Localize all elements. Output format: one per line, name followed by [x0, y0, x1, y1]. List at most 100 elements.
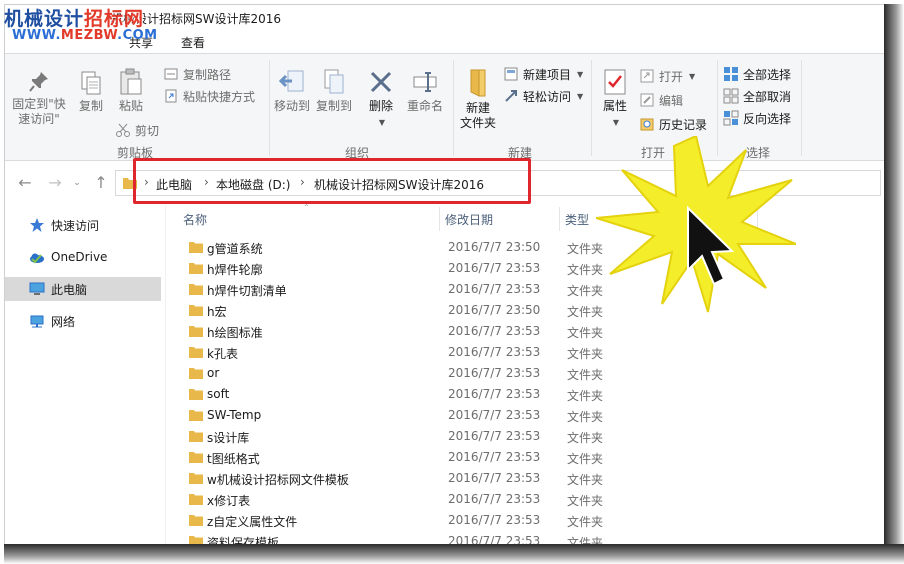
pin-label-line1: 固定到"快: [12, 97, 66, 111]
move-to-label: 移动到: [273, 99, 310, 113]
highlight-annotation-box: [133, 158, 531, 204]
tab-view[interactable]: 查看: [181, 34, 205, 51]
watermark-line2: WWW.MEZBW.COM: [12, 28, 158, 43]
table-row[interactable]: t图纸格式 2016/7/7 23:53 文件夹: [167, 447, 767, 468]
table-row[interactable]: soft 2016/7/7 23:53 文件夹: [167, 384, 767, 405]
watermark-text: .COM: [117, 28, 158, 43]
nav-item-onedrive[interactable]: OneDrive: [5, 245, 161, 269]
column-header-date[interactable]: 修改日期: [445, 211, 493, 228]
file-modified-date: 2016/7/7 23:53: [448, 513, 541, 527]
open-button[interactable]: 打开 ▼: [639, 66, 695, 86]
nav-item-label: 快速访问: [51, 218, 100, 233]
select-none-icon: [723, 88, 739, 104]
easy-access-icon: [505, 90, 517, 102]
file-type: 文件夹: [567, 347, 604, 361]
copy-icon: [81, 71, 101, 95]
open-icon: [640, 69, 654, 83]
folder-icon: [189, 494, 203, 505]
back-arrow-icon[interactable]: ←: [15, 173, 35, 192]
copy-to-icon: [324, 69, 344, 94]
up-arrow-icon[interactable]: ↑: [91, 173, 111, 192]
column-separator[interactable]: [439, 207, 440, 231]
screenshot-frame: 机械设计招标网SW设计库2016 共享 查看 固定到"快 速访问" 复制 粘贴 …: [0, 0, 904, 564]
delete-dropdown-arrow[interactable]: ▼: [379, 118, 385, 127]
column-separator[interactable]: [559, 207, 560, 231]
file-modified-date: 2016/7/7 23:50: [448, 240, 541, 254]
file-name: SW-Temp: [207, 408, 262, 422]
new-folder-button[interactable]: 新建 文件夹: [455, 68, 501, 131]
paste-shortcut-icon: [165, 89, 177, 103]
file-type: 文件夹: [567, 452, 604, 466]
properties-button[interactable]: 属性 ▼: [595, 68, 635, 130]
folder-icon: [189, 473, 203, 484]
new-item-icon: [504, 67, 518, 81]
properties-dropdown-arrow[interactable]: ▼: [613, 118, 619, 127]
nav-item-network[interactable]: 网络: [5, 309, 161, 333]
easy-access-button[interactable]: 轻松访问 ▼: [503, 86, 583, 106]
table-row[interactable]: s设计库 2016/7/7 23:53 文件夹: [167, 426, 767, 447]
watermark-text: MEZBW: [60, 28, 118, 43]
table-row[interactable]: 资料保存模板 2016/7/7 23:53 文件夹: [167, 531, 767, 544]
file-modified-date: 2016/7/7 23:53: [448, 324, 541, 338]
nav-item-this-pc[interactable]: 此电脑: [5, 277, 161, 301]
nav-item-label: 此电脑: [51, 282, 88, 297]
star-icon: [30, 218, 44, 232]
copy-button[interactable]: 复制: [73, 70, 109, 114]
table-row[interactable]: z自定义属性文件 2016/7/7 23:53 文件夹: [167, 510, 767, 531]
file-modified-date: 2016/7/7 23:53: [448, 366, 541, 380]
table-row[interactable]: or 2016/7/7 23:53 文件夹: [167, 363, 767, 384]
copy-path-button[interactable]: 复制路径: [163, 64, 231, 84]
watermark-text: WWW.: [12, 28, 61, 43]
table-row[interactable]: k孔表 2016/7/7 23:53 文件夹: [167, 342, 767, 363]
move-to-icon: [278, 70, 304, 92]
cut-button[interactable]: 剪切: [115, 120, 159, 140]
file-type: 文件夹: [567, 431, 604, 445]
easy-access-label: 轻松访问: [523, 89, 572, 104]
forward-arrow-icon[interactable]: →: [45, 173, 65, 192]
select-all-button[interactable]: 全部选择: [723, 64, 791, 84]
nav-item-quick-access[interactable]: 快速访问: [5, 213, 161, 237]
starburst-cursor-annotation: [596, 136, 796, 313]
file-name: h焊件切割清单: [207, 284, 287, 298]
table-row[interactable]: w机械设计招标网文件模板 2016/7/7 23:53 文件夹: [167, 468, 767, 489]
select-none-button[interactable]: 全部取消: [723, 86, 791, 106]
file-name: k孔表: [207, 347, 238, 361]
copy-to-button[interactable]: 复制到: [313, 68, 355, 114]
table-row[interactable]: SW-Temp 2016/7/7 23:53 文件夹: [167, 405, 767, 426]
column-header-type[interactable]: 类型: [565, 211, 589, 228]
navigation-pane: 快速访问 OneDrive 此电脑 网络: [5, 205, 165, 544]
folder-icon: [189, 326, 203, 337]
new-item-button[interactable]: 新建项目 ▼: [503, 64, 583, 84]
history-button[interactable]: 历史记录: [639, 114, 707, 134]
select-all-label: 全部选择: [743, 67, 792, 82]
watermark-logo: 机械设计招标网 WWW.MEZBW.COM: [2, 0, 157, 50]
recent-locations-chevron-icon[interactable]: ⌄: [67, 178, 87, 188]
file-modified-date: 2016/7/7 23:53: [448, 408, 541, 422]
new-folder-label-2: 文件夹: [459, 116, 496, 130]
file-type: 文件夹: [567, 326, 604, 340]
file-type: 文件夹: [567, 515, 604, 529]
file-name: h宏: [207, 305, 227, 319]
paste-icon: [120, 68, 142, 95]
column-header-name[interactable]: 名称: [183, 211, 207, 228]
file-modified-date: 2016/7/7 23:53: [448, 282, 541, 296]
group-separator: [801, 60, 802, 156]
pin-to-quick-access-button[interactable]: 固定到"快 速访问": [11, 70, 67, 127]
paste-shortcut-button[interactable]: 粘贴快捷方式: [163, 86, 255, 106]
table-row[interactable]: x修订表 2016/7/7 23:53 文件夹: [167, 489, 767, 510]
delete-button[interactable]: 删除 ▼: [363, 68, 399, 130]
paste-button[interactable]: 粘贴: [113, 68, 149, 114]
table-row[interactable]: h绘图标准 2016/7/7 23:53 文件夹: [167, 321, 767, 342]
folder-icon: [189, 242, 203, 253]
file-name: g管道系统: [207, 242, 263, 256]
folder-icon: [189, 452, 203, 463]
invert-selection-button[interactable]: 反向选择: [723, 108, 791, 128]
rename-icon: [413, 72, 437, 92]
invert-selection-icon: [723, 110, 739, 126]
pane-divider[interactable]: [165, 205, 166, 544]
edit-button[interactable]: 编辑: [639, 90, 683, 110]
rename-button[interactable]: 重命名: [403, 68, 447, 114]
sort-chevron-icon: ⌃: [303, 203, 310, 212]
move-to-button[interactable]: 移动到: [271, 68, 313, 114]
pin-icon: [29, 72, 48, 92]
